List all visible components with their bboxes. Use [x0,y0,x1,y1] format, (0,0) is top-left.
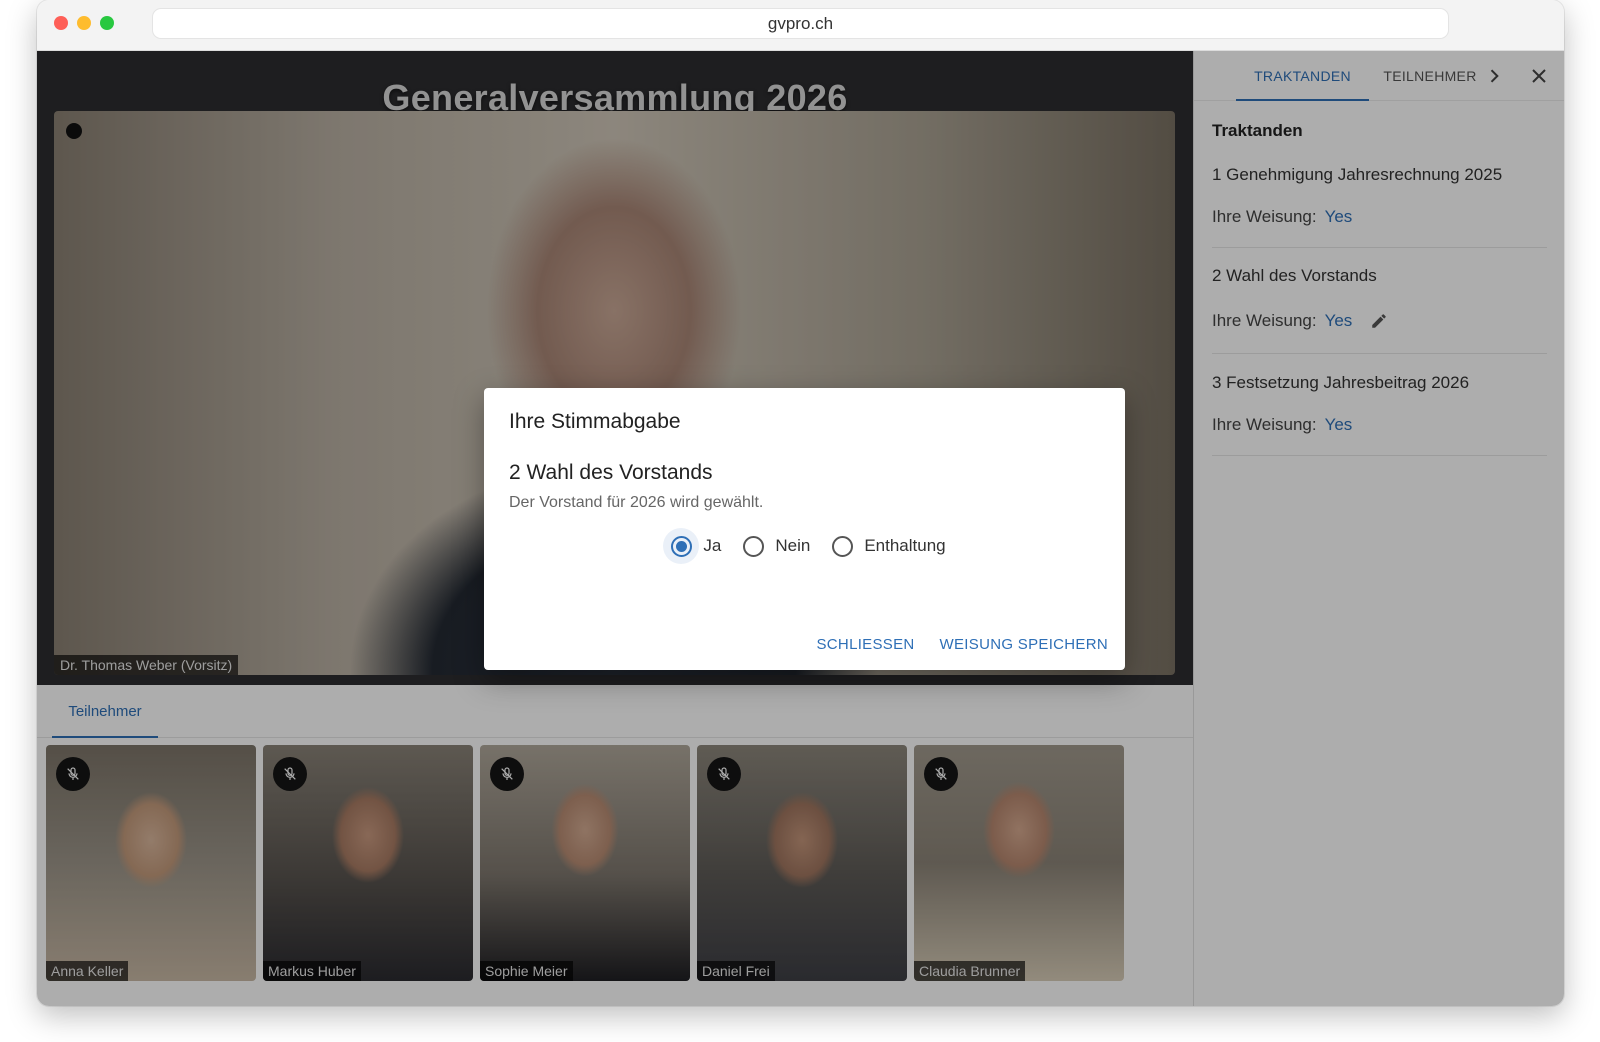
dialog-actions: SCHLIESSEN WEISUNG SPEICHERN [817,636,1109,653]
vote-option-ja[interactable]: Ja [663,528,721,564]
maximize-window-button[interactable] [100,16,114,30]
vote-option-label: Enthaltung [864,536,946,555]
radio-unchecked-icon[interactable] [824,528,860,564]
minimize-window-button[interactable] [77,16,91,30]
browser-titlebar: gvpro.ch [37,0,1564,51]
dialog-item-title: 2 Wahl des Vorstands [509,461,713,484]
vote-option-nein[interactable]: Nein [735,528,810,564]
dialog-description: Der Vorstand für 2026 wird gewählt. [509,494,764,511]
dialog-title: Ihre Stimmabgabe [509,410,681,433]
radio-checked-icon[interactable] [663,528,700,564]
close-button[interactable]: SCHLIESSEN [817,636,915,653]
close-window-button[interactable] [54,16,68,30]
vote-option-label: Nein [775,536,811,555]
radio-unchecked-icon[interactable] [735,528,771,564]
vote-dialog: Ihre Stimmabgabe 2 Wahl des Vorstands De… [484,388,1125,670]
save-weisung-button[interactable]: WEISUNG SPEICHERN [940,636,1108,653]
vote-option-label: Ja [703,536,722,555]
address-bar[interactable]: gvpro.ch [152,8,1449,39]
vote-options: Ja Nein Enthaltung [484,528,1125,564]
browser-window: gvpro.ch Generalversammlung 2026 Dr. Tho… [37,0,1564,1006]
vote-option-enthaltung[interactable]: Enthaltung [824,528,946,564]
